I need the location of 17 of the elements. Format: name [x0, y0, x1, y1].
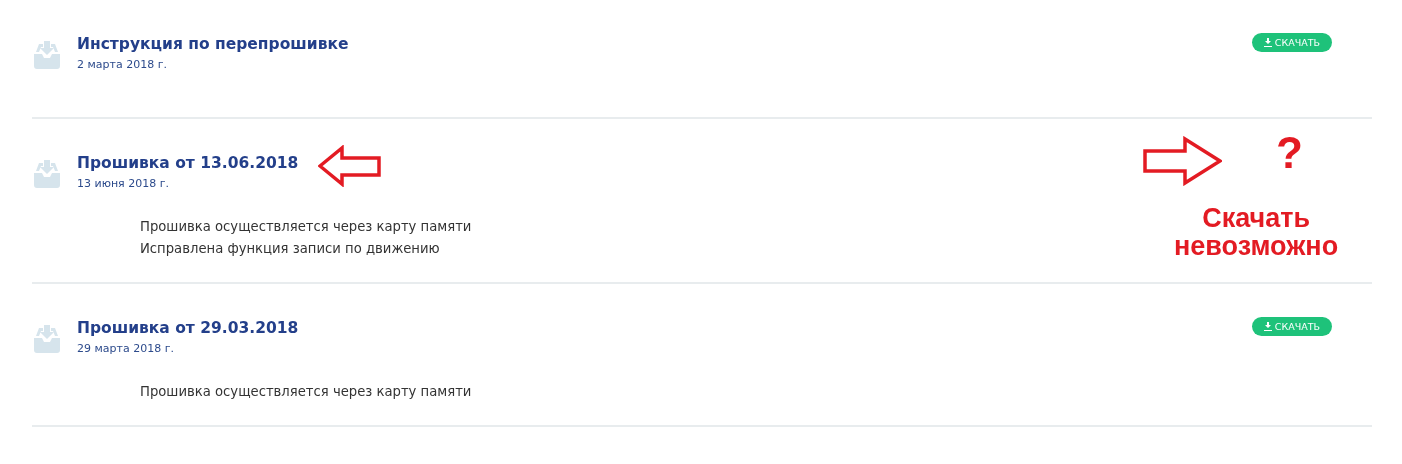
download-icon: [1263, 38, 1272, 47]
question-mark: ?: [1276, 131, 1303, 175]
file-date: 2 марта 2018 г.: [77, 57, 167, 73]
description-line: Исправлена функция записи по движению: [140, 240, 440, 258]
download-icon: [1263, 322, 1272, 331]
inbox-icon: [32, 40, 62, 70]
file-date: 13 июня 2018 г.: [77, 176, 169, 192]
inbox-icon: [32, 324, 62, 354]
file-title[interactable]: Прошивка от 13.06.2018: [77, 153, 299, 173]
arrow-annotation: [318, 145, 382, 187]
annotation-text: Скачать невозможно: [1174, 204, 1339, 260]
description-line: Прошивка осуществляется через карту памяти: [140, 383, 472, 401]
file-date: 29 марта 2018 г.: [77, 341, 174, 357]
file-title[interactable]: Инструкция по перепрошивке: [77, 34, 349, 54]
inbox-icon: [32, 159, 62, 189]
file-title[interactable]: Прошивка от 29.03.2018: [77, 318, 299, 338]
description-line: Прошивка осуществляется через карту памяти: [140, 218, 472, 236]
